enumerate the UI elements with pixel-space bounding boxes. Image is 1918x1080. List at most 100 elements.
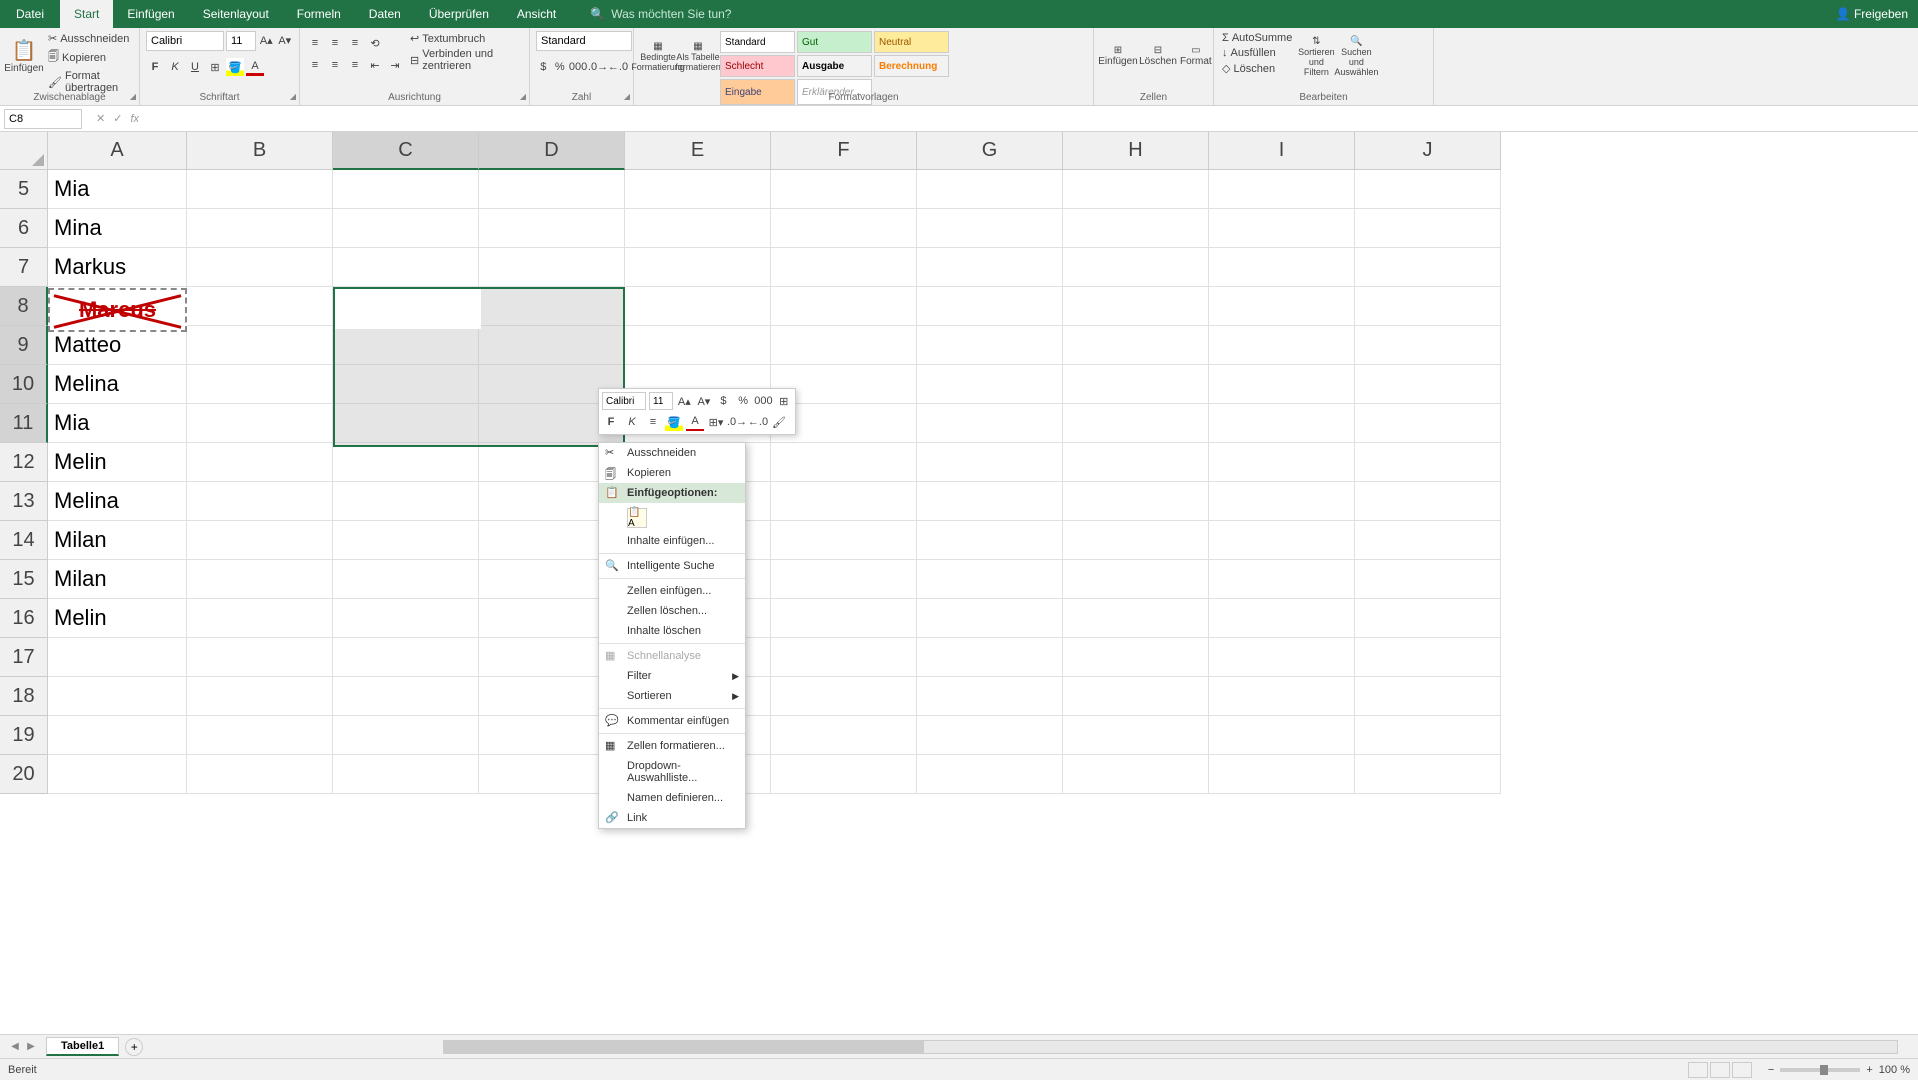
menu-cut[interactable]: ✂Ausschneiden (599, 443, 745, 463)
cell-G10[interactable] (917, 365, 1063, 404)
cell-F17[interactable] (771, 638, 917, 677)
row-header-9[interactable]: 9 (0, 326, 48, 365)
cell-G14[interactable] (917, 521, 1063, 560)
sort-filter-button[interactable]: ⇅Sortieren und Filtern (1298, 31, 1334, 81)
cell-B5[interactable] (187, 170, 333, 209)
col-header-A[interactable]: A (48, 132, 187, 170)
fill-button[interactable]: ↓Ausfüllen (1220, 46, 1294, 60)
cell-I6[interactable] (1209, 209, 1355, 248)
cell-I18[interactable] (1209, 677, 1355, 716)
cell-E7[interactable] (625, 248, 771, 287)
row-header-18[interactable]: 18 (0, 677, 48, 716)
view-normal-button[interactable] (1688, 1062, 1708, 1078)
clipboard-launcher[interactable]: ◢ (130, 92, 136, 101)
font-size-input[interactable] (226, 31, 256, 51)
mini-align[interactable]: ≡ (644, 413, 662, 431)
decrease-font-button[interactable]: A▾ (277, 31, 294, 49)
format-cells-button[interactable]: ▭Format (1180, 31, 1212, 81)
cell-G5[interactable] (917, 170, 1063, 209)
mini-format-painter[interactable]: 🖌 (770, 413, 788, 431)
cell-G12[interactable] (917, 443, 1063, 482)
zoom-out-button[interactable]: − (1768, 1064, 1774, 1076)
copy-button[interactable]: 🗐Kopieren (46, 47, 133, 68)
italic-button[interactable]: K (166, 58, 184, 76)
cell-C12[interactable] (333, 443, 479, 482)
cell-G17[interactable] (917, 638, 1063, 677)
cell-J11[interactable] (1355, 404, 1501, 443)
menu-define-name[interactable]: Namen definieren... (599, 788, 745, 808)
row-header-20[interactable]: 20 (0, 755, 48, 794)
cell-J13[interactable] (1355, 482, 1501, 521)
style-berechnung[interactable]: Berechnung (874, 55, 949, 77)
cell-I17[interactable] (1209, 638, 1355, 677)
fx-button[interactable]: fx (130, 113, 139, 125)
zoom-in-button[interactable]: + (1866, 1064, 1872, 1076)
cell-G9[interactable] (917, 326, 1063, 365)
align-top-button[interactable]: ≡ (306, 34, 324, 52)
cell-I9[interactable] (1209, 326, 1355, 365)
cell-J17[interactable] (1355, 638, 1501, 677)
cell-A14[interactable]: Milan (48, 521, 187, 560)
cell-I20[interactable] (1209, 755, 1355, 794)
tab-data[interactable]: Daten (355, 0, 415, 28)
conditional-formatting-button[interactable]: ▦Bedingte Formatierung (640, 31, 676, 81)
cell-H20[interactable] (1063, 755, 1209, 794)
font-name-input[interactable] (146, 31, 224, 51)
sheet-nav-next[interactable]: ▶ (24, 1040, 38, 1054)
cell-C14[interactable] (333, 521, 479, 560)
cell-H14[interactable] (1063, 521, 1209, 560)
cell-H11[interactable] (1063, 404, 1209, 443)
cell-F6[interactable] (771, 209, 917, 248)
cell-A10[interactable]: Melina (48, 365, 187, 404)
add-sheet-button[interactable]: + (125, 1038, 143, 1056)
row-header-16[interactable]: 16 (0, 599, 48, 638)
tab-formulas[interactable]: Formeln (283, 0, 355, 28)
align-center-button[interactable]: ≡ (326, 56, 344, 74)
cell-F20[interactable] (771, 755, 917, 794)
clear-button[interactable]: ◇Löschen (1220, 61, 1294, 76)
mini-size-input[interactable] (649, 392, 673, 410)
wrap-text-button[interactable]: ↩Textumbruch (408, 31, 523, 46)
cell-I13[interactable] (1209, 482, 1355, 521)
row-header-15[interactable]: 15 (0, 560, 48, 599)
cell-C7[interactable] (333, 248, 479, 287)
cell-B14[interactable] (187, 521, 333, 560)
cell-F8[interactable] (771, 287, 917, 326)
menu-format-cells[interactable]: ▦Zellen formatieren... (599, 736, 745, 756)
cell-B7[interactable] (187, 248, 333, 287)
mini-increase-font[interactable]: A▴ (676, 392, 693, 410)
number-format-dropdown[interactable] (536, 31, 632, 51)
zoom-slider[interactable] (1780, 1068, 1860, 1072)
cell-I16[interactable] (1209, 599, 1355, 638)
merge-center-button[interactable]: ⊟Verbinden und zentrieren (408, 47, 523, 73)
cell-C5[interactable] (333, 170, 479, 209)
cell-F14[interactable] (771, 521, 917, 560)
insert-cells-button[interactable]: ⊞Einfügen (1100, 31, 1136, 81)
cell-F12[interactable] (771, 443, 917, 482)
row-header-6[interactable]: 6 (0, 209, 48, 248)
row-header-10[interactable]: 10 (0, 365, 48, 404)
cell-G8[interactable] (917, 287, 1063, 326)
find-select-button[interactable]: 🔍Suchen und Auswählen (1338, 31, 1374, 81)
mini-bold[interactable]: F (602, 413, 620, 431)
cell-D7[interactable] (479, 248, 625, 287)
cell-B15[interactable] (187, 560, 333, 599)
col-header-J[interactable]: J (1355, 132, 1501, 170)
cell-B18[interactable] (187, 677, 333, 716)
format-as-table-button[interactable]: ▦Als Tabelle formatieren (680, 31, 716, 81)
view-page-layout-button[interactable] (1710, 1062, 1730, 1078)
increase-font-button[interactable]: A▴ (258, 31, 275, 49)
cell-D6[interactable] (479, 209, 625, 248)
style-standard[interactable]: Standard (720, 31, 795, 53)
cell-A7[interactable]: Markus (48, 248, 187, 287)
mini-increase-decimal[interactable]: .0→ (728, 413, 746, 431)
cell-H16[interactable] (1063, 599, 1209, 638)
cell-C20[interactable] (333, 755, 479, 794)
cell-I11[interactable] (1209, 404, 1355, 443)
cell-F9[interactable] (771, 326, 917, 365)
cell-B10[interactable] (187, 365, 333, 404)
cell-J5[interactable] (1355, 170, 1501, 209)
cell-A15[interactable]: Milan (48, 560, 187, 599)
cell-B17[interactable] (187, 638, 333, 677)
cell-A13[interactable]: Melina (48, 482, 187, 521)
